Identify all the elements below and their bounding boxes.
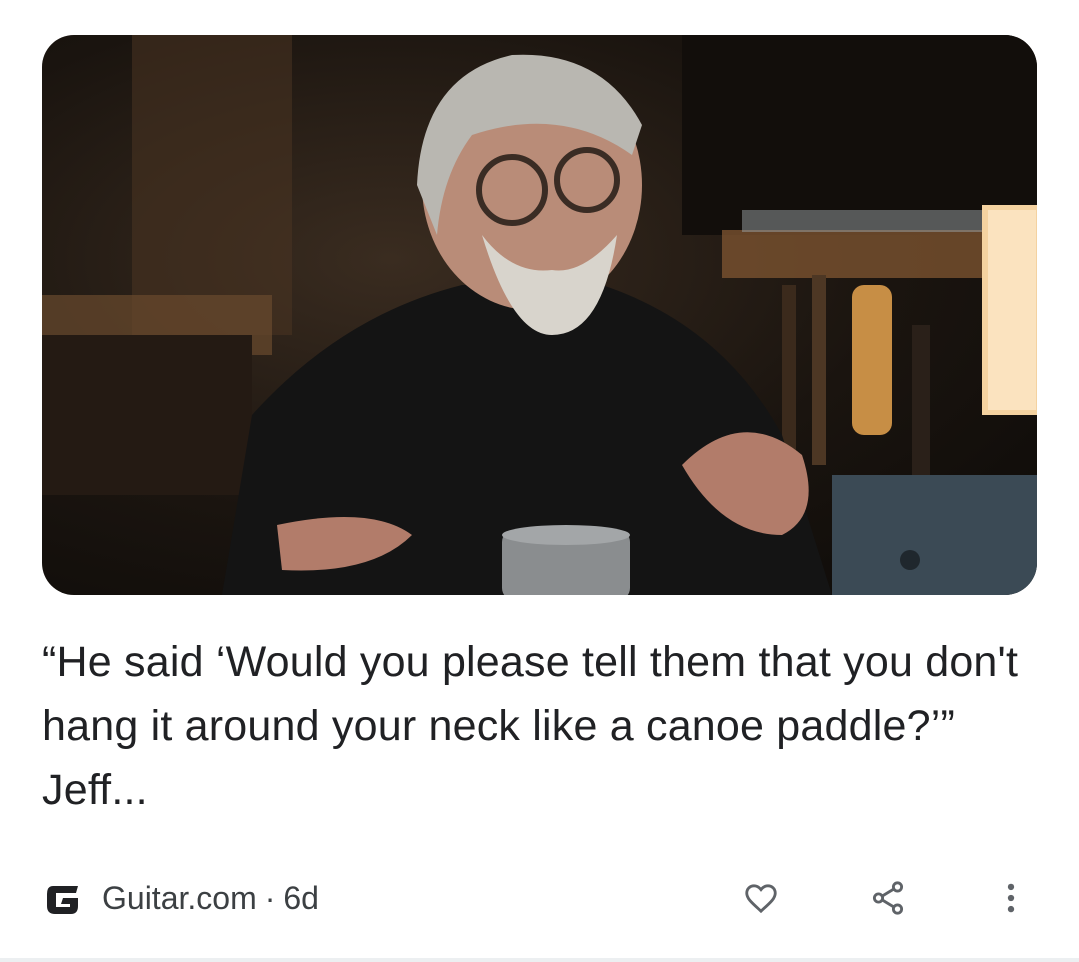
- article-meta: Guitar.com · 6d: [42, 872, 319, 924]
- card-divider: [0, 958, 1079, 962]
- like-button[interactable]: [735, 872, 787, 924]
- article-source-line: Guitar.com · 6d: [102, 880, 319, 917]
- article-age: 6d: [283, 879, 319, 916]
- meta-separator: ·: [264, 879, 276, 916]
- more-options-button[interactable]: [985, 872, 1037, 924]
- share-icon: [872, 881, 904, 915]
- heart-icon: [745, 884, 777, 914]
- news-card[interactable]: “He said ‘Would you please tell them tha…: [0, 0, 1079, 962]
- article-headline[interactable]: “He said ‘Would you please tell them tha…: [42, 630, 1032, 822]
- source-name[interactable]: Guitar.com: [102, 880, 257, 917]
- share-button[interactable]: [862, 872, 914, 924]
- article-thumbnail[interactable]: [42, 35, 1037, 595]
- guitar-com-logo-icon: [42, 875, 88, 921]
- thumbnail-image: [42, 35, 1037, 595]
- more-vert-icon: [1007, 883, 1015, 913]
